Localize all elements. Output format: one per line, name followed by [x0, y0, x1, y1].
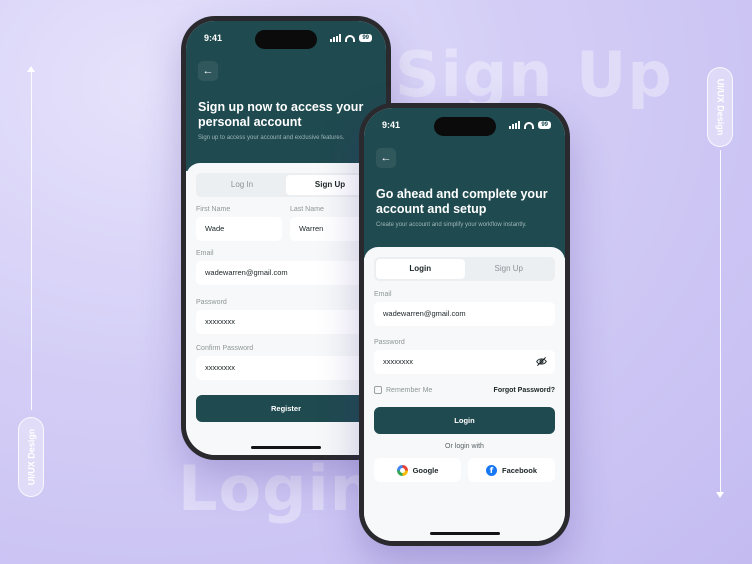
email-field[interactable]: wadewarren@gmail.com: [374, 302, 555, 326]
first-name-label: First Name: [196, 206, 231, 213]
left-rail-line: [31, 70, 32, 410]
google-login-button[interactable]: Google: [374, 458, 461, 482]
confirm-password-field[interactable]: xxxxxxxx: [196, 356, 376, 380]
background-word-login: Login: [178, 452, 375, 525]
remember-me-label: Remember Me: [386, 386, 433, 394]
signal-icon: [330, 34, 342, 42]
battery-icon: 99: [359, 34, 372, 42]
checkbox-icon[interactable]: [374, 386, 382, 394]
signup-screen: 9:41 99 ← Sign up now to access your per…: [186, 21, 386, 455]
forgot-password-link[interactable]: Forgot Password?: [494, 387, 555, 394]
home-indicator: [429, 532, 500, 535]
page-subtitle: Create your account and simplify your wo…: [376, 222, 527, 228]
remember-me-checkbox[interactable]: Remember Me: [374, 386, 432, 394]
login-screen: 9:41 99 ← Go ahead and complete your acc…: [364, 108, 565, 541]
password-value: xxxxxxxx: [383, 357, 413, 366]
social-login-row: Google f Facebook: [374, 458, 555, 482]
password-label: Password: [196, 299, 227, 306]
login-form-sheet: Login Sign Up Email wadewarren@gmail.com…: [364, 247, 565, 541]
signal-icon: [509, 121, 521, 129]
status-bar: 9:41 99: [382, 120, 551, 130]
home-indicator: [251, 446, 321, 449]
arrow-down-icon: [716, 492, 724, 498]
battery-icon: 99: [538, 121, 551, 129]
background-word-signup: Sign Up: [395, 38, 673, 111]
page-title: Sign up now to access your personal acco…: [198, 100, 364, 129]
password-field[interactable]: xxxxxxxx: [374, 350, 555, 374]
eye-off-icon[interactable]: [536, 356, 547, 367]
status-bar: 9:41 99: [204, 33, 372, 43]
login-header: 9:41 99 ← Go ahead and complete your acc…: [364, 108, 565, 258]
email-label: Email: [374, 291, 392, 298]
wifi-icon: [345, 34, 356, 42]
email-label: Email: [196, 250, 214, 257]
page-title: Go ahead and complete your account and s…: [376, 187, 548, 216]
design-tag-left: UI/UX Design: [18, 417, 44, 497]
tab-login[interactable]: Login: [376, 259, 465, 279]
login-button[interactable]: Login: [374, 407, 555, 434]
tab-login[interactable]: Log In: [198, 175, 286, 195]
login-phone: 9:41 99 ← Go ahead and complete your acc…: [359, 103, 570, 546]
auth-tabs: Login Sign Up: [374, 257, 555, 281]
page-subtitle: Sign up to access your account and exclu…: [198, 135, 345, 141]
arrow-up-icon: [27, 66, 35, 72]
password-label: Password: [374, 339, 405, 346]
facebook-label: Facebook: [501, 465, 537, 475]
design-tag-right: UI/UX Design: [707, 67, 733, 147]
login-options-row: Remember Me Forgot Password?: [374, 386, 555, 394]
auth-tabs: Log In Sign Up: [196, 173, 376, 197]
facebook-icon: f: [485, 464, 497, 476]
google-label: Google: [412, 465, 439, 475]
google-icon: [396, 464, 408, 476]
confirm-password-label: Confirm Password: [196, 345, 254, 352]
back-arrow-icon[interactable]: ←: [198, 61, 218, 81]
back-arrow-icon[interactable]: ←: [376, 148, 396, 168]
email-field[interactable]: wadewarren@gmail.com: [196, 261, 376, 285]
status-time: 9:41: [382, 120, 401, 130]
or-login-with-divider: Or login with: [445, 443, 484, 450]
signup-form-sheet: Log In Sign Up First Name Wade Last Name…: [186, 163, 386, 455]
signup-header: 9:41 99 ← Sign up now to access your per…: [186, 21, 386, 171]
first-name-field[interactable]: Wade: [196, 217, 282, 241]
password-field[interactable]: xxxxxxxx: [196, 310, 376, 334]
register-button[interactable]: Register: [196, 395, 376, 422]
facebook-login-button[interactable]: f Facebook: [468, 458, 555, 482]
wifi-icon: [524, 121, 535, 129]
right-rail-line: [720, 150, 721, 495]
tab-signup[interactable]: Sign Up: [465, 259, 554, 279]
status-time: 9:41: [204, 33, 223, 43]
